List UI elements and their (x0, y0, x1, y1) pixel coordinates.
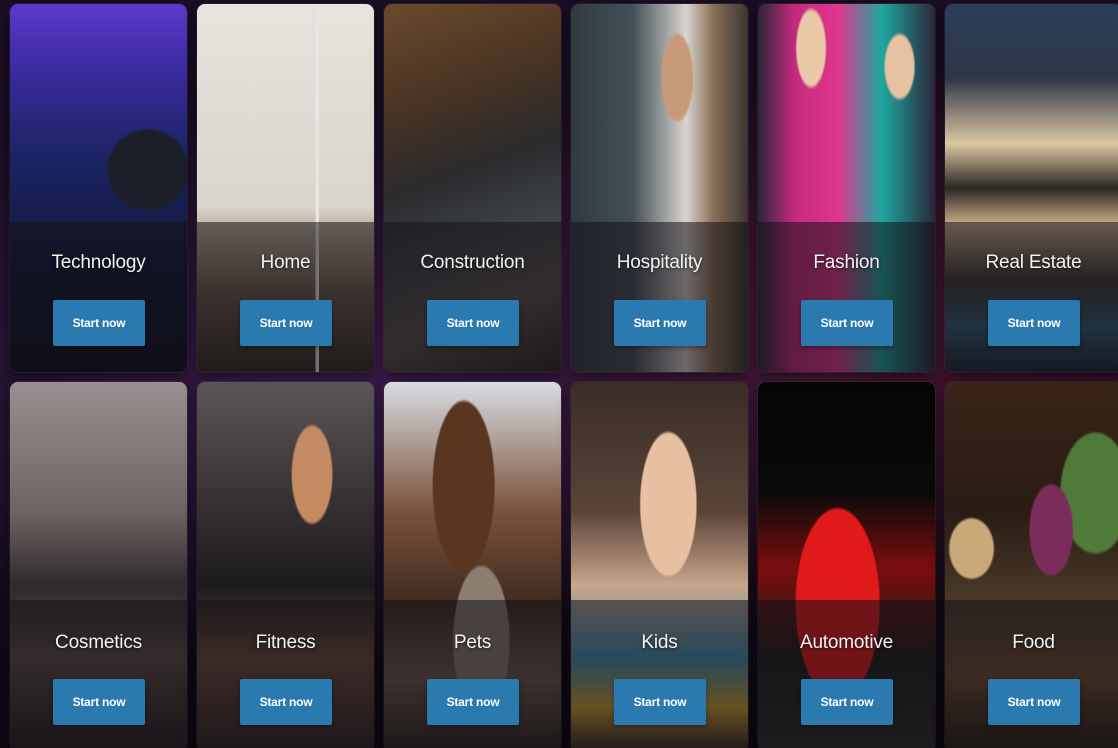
card-real-estate[interactable]: Real Estate Start now (945, 4, 1118, 372)
card-overlay (197, 222, 374, 372)
card-title: Kids (641, 632, 678, 653)
card-title: Fashion (813, 252, 880, 273)
card-home[interactable]: Home Start now (197, 4, 374, 372)
start-now-button[interactable]: Start now (427, 300, 519, 346)
card-overlay (945, 222, 1118, 372)
start-now-button[interactable]: Start now (427, 679, 519, 725)
card-title: Real Estate (985, 252, 1082, 273)
card-title: Pets (453, 632, 492, 653)
card-title: Cosmetics (55, 632, 142, 653)
card-construction[interactable]: Construction Start now (384, 4, 561, 372)
category-gallery: Technology Start now Home Start now Cons… (0, 0, 1118, 748)
start-now-button[interactable]: Start now (801, 679, 893, 725)
card-title: Hospitality (616, 252, 703, 273)
category-grid: Technology Start now Home Start now Cons… (10, 4, 1118, 748)
card-overlay (197, 600, 374, 748)
card-hospitality[interactable]: Hospitality Start now (571, 4, 748, 372)
card-automotive[interactable]: Automotive Start now (758, 382, 935, 748)
card-title: Fitness (255, 632, 316, 653)
card-overlay (10, 222, 187, 372)
start-now-button[interactable]: Start now (801, 300, 893, 346)
card-title: Food (1012, 632, 1055, 653)
card-overlay (945, 600, 1118, 748)
start-now-button[interactable]: Start now (240, 300, 332, 346)
card-kids[interactable]: Kids Start now (571, 382, 748, 748)
card-overlay (571, 600, 748, 748)
start-now-button[interactable]: Start now (240, 679, 332, 725)
card-title: Automotive (799, 632, 894, 653)
card-overlay (384, 222, 561, 372)
card-overlay (571, 222, 748, 372)
start-now-button[interactable]: Start now (53, 300, 145, 346)
card-title: Technology (51, 252, 146, 273)
start-now-button[interactable]: Start now (53, 679, 145, 725)
card-title: Construction (420, 252, 525, 273)
card-overlay (384, 600, 561, 748)
start-now-button[interactable]: Start now (614, 679, 706, 725)
start-now-button[interactable]: Start now (614, 300, 706, 346)
card-food[interactable]: Food Start now (945, 382, 1118, 748)
start-now-button[interactable]: Start now (988, 300, 1080, 346)
card-fashion[interactable]: Fashion Start now (758, 4, 935, 372)
card-pets[interactable]: Pets Start now (384, 382, 561, 748)
card-overlay (758, 222, 935, 372)
card-overlay (758, 600, 935, 748)
card-fitness[interactable]: Fitness Start now (197, 382, 374, 748)
card-cosmetics[interactable]: Cosmetics Start now (10, 382, 187, 748)
card-technology[interactable]: Technology Start now (10, 4, 187, 372)
start-now-button[interactable]: Start now (988, 679, 1080, 725)
card-title: Home (260, 252, 311, 273)
card-overlay (10, 600, 187, 748)
